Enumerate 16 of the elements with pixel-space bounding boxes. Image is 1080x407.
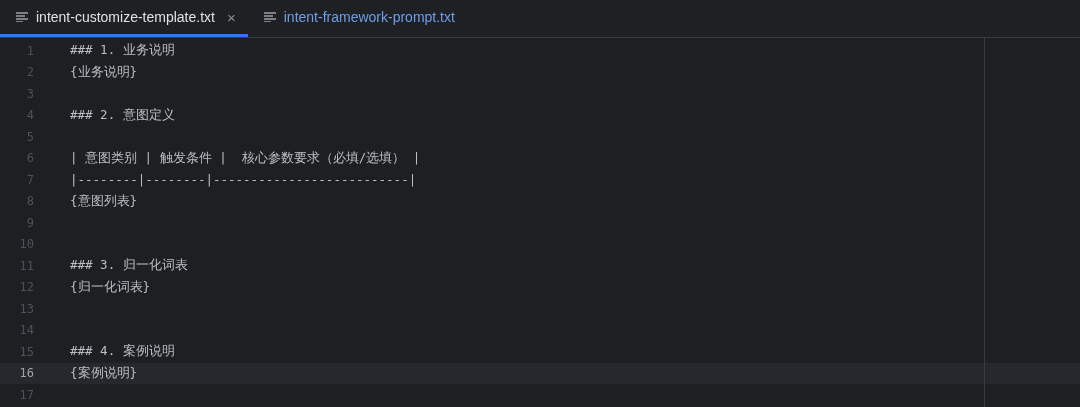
code-line: {归一化词表}: [70, 278, 151, 296]
close-tab-button[interactable]: ×: [226, 8, 236, 26]
code-line: {案例说明}: [70, 364, 138, 382]
text-file-icon: [263, 12, 276, 22]
code-line: |--------|--------|--------------------------|: [70, 172, 417, 188]
text-file-icon: [16, 12, 28, 22]
code-line: ### 4. 案例说明: [70, 343, 175, 361]
code-line: {意图列表}: [70, 192, 138, 210]
code-line: ### 1. 业务说明: [70, 42, 175, 60]
code-line: {业务说明}: [70, 63, 138, 81]
editor-tab[interactable]: intent-framework-prompt.txt: [247, 0, 467, 37]
editor-tab[interactable]: intent-customize-template.txt ×: [0, 0, 248, 37]
line-number: 16: [18, 366, 34, 381]
code-line: | 意图类别 | 触发条件 | 核心参数要求（必填/选填） |: [70, 149, 421, 167]
code-line: ### 2. 意图定义: [70, 106, 175, 124]
code-line: ### 3. 归一化词表: [70, 257, 188, 275]
